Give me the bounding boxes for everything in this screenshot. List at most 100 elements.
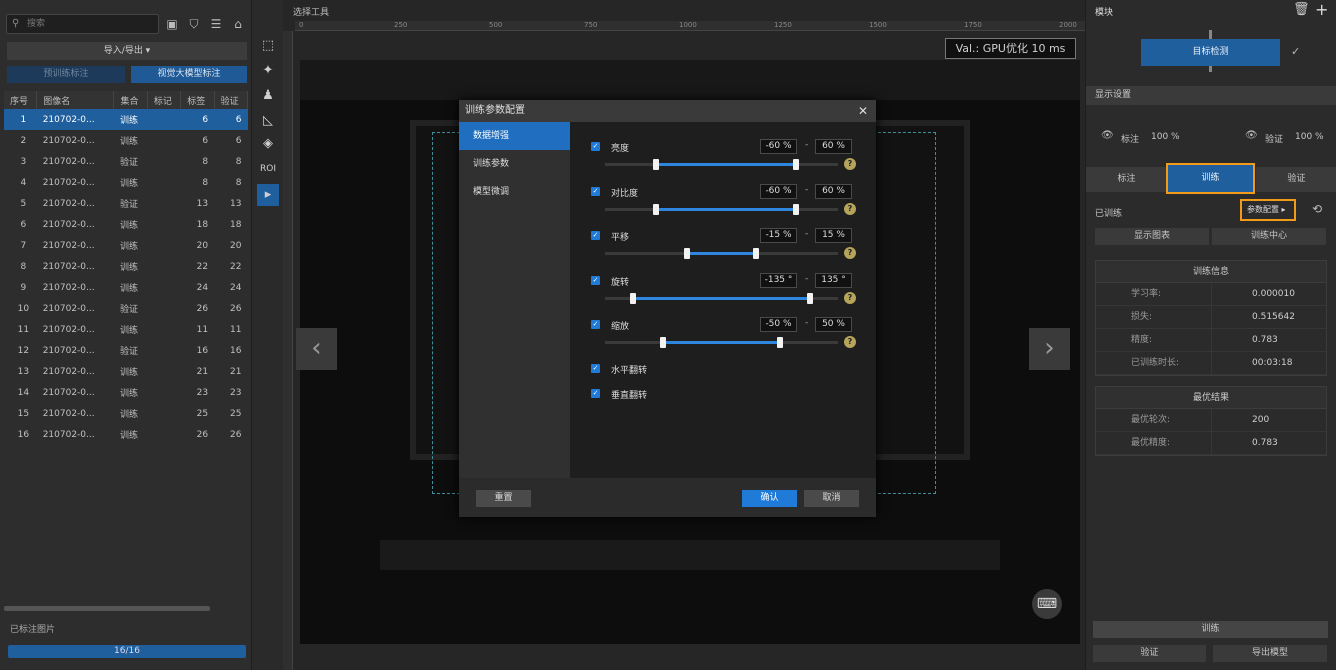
param-min-input[interactable]: -60 % [760, 183, 797, 199]
nav-model-finetune[interactable]: 模型微调 [459, 178, 570, 206]
horizontal-scrollbar[interactable] [4, 606, 210, 611]
augment-checkbox[interactable]: ✓ [591, 142, 600, 151]
pretrain-annotate-button[interactable]: 预训练标注 [7, 66, 125, 83]
help-icon[interactable]: ? [844, 336, 856, 348]
reset-button[interactable]: 重置 [476, 490, 531, 507]
table-row[interactable]: 6 210702-0... 训练 18 18 [4, 214, 248, 235]
param-config-button[interactable]: 参数配置 ▸ [1240, 199, 1296, 221]
slider-min-handle[interactable] [660, 337, 667, 348]
col-mark[interactable]: 标记 [147, 91, 182, 109]
slider-min-handle[interactable] [653, 203, 660, 215]
row-image-name: 210702-0... [42, 156, 95, 167]
delete-icon[interactable]: 🗑 [1293, 2, 1310, 17]
table-row[interactable]: 7 210702-0... 训练 20 20 [4, 235, 248, 256]
stamp-tool-icon[interactable]: ♟ [257, 85, 279, 107]
param-max-input[interactable]: 60 % [815, 139, 852, 154]
param-min-input[interactable]: -50 % [760, 317, 797, 332]
col-image-name[interactable]: 图像名 [36, 91, 115, 109]
verify-button[interactable]: 验证 [1093, 645, 1206, 662]
table-row[interactable]: 4 210702-0... 训练 8 8 [4, 172, 248, 193]
augment-checkbox[interactable]: ✓ [591, 275, 600, 285]
table-row[interactable]: 13 210702-0... 训练 21 21 [4, 361, 248, 382]
flip-checkbox[interactable]: ✓ [591, 389, 600, 398]
augment-checkbox[interactable]: ✓ [591, 231, 600, 240]
keyboard-icon[interactable]: ⌨ [1032, 589, 1062, 619]
table-row[interactable]: 11 210702-0... 训练 11 11 [4, 319, 248, 340]
eye-icon[interactable]: 👁 [1245, 130, 1258, 141]
select-tool-icon[interactable]: ▸ [257, 184, 279, 206]
slider-max-handle[interactable] [753, 248, 760, 259]
train-center-button[interactable]: 训练中心 [1212, 228, 1326, 245]
slider-max-handle[interactable] [807, 292, 814, 304]
param-max-input[interactable]: 135 ° [815, 272, 852, 288]
history-icon[interactable]: ⟲ [1312, 202, 1322, 216]
roi-tool[interactable]: ROI [257, 158, 279, 180]
slider-max-handle[interactable] [793, 159, 800, 170]
param-max-input[interactable]: 50 % [815, 317, 852, 332]
param-max-input[interactable]: 60 % [815, 183, 852, 199]
slider-min-handle[interactable] [683, 248, 690, 259]
export-model-button[interactable]: 导出模型 [1213, 645, 1327, 662]
confirm-button[interactable]: 确认 [742, 490, 797, 507]
table-row[interactable]: 15 210702-0... 训练 25 25 [4, 403, 248, 424]
tab-train[interactable]: 训练 [1166, 163, 1255, 194]
table-row[interactable]: 10 210702-0... 验证 26 26 [4, 298, 248, 319]
tab-verify[interactable]: 验证 [1256, 167, 1336, 192]
help-icon[interactable]: ? [844, 158, 856, 170]
close-icon[interactable]: ✕ [858, 100, 868, 122]
table-row[interactable]: 3 210702-0... 验证 8 8 [4, 151, 248, 172]
table-row[interactable]: 16 210702-0... 训练 26 26 [4, 424, 248, 445]
augment-checkbox[interactable]: ✓ [591, 186, 600, 196]
import-export-button[interactable]: 导入/导出 ▾ [7, 42, 247, 60]
table-row[interactable]: 5 210702-0... 验证 13 13 [4, 193, 248, 214]
range-separator: - [805, 273, 809, 284]
search-input[interactable]: 搜索 [6, 14, 159, 34]
param-min-input[interactable]: -15 % [760, 228, 797, 243]
next-image-button[interactable]: › [1029, 328, 1070, 370]
eraser-icon[interactable]: ◈ [257, 133, 279, 155]
cancel-button[interactable]: 取消 [804, 490, 859, 507]
eye-icon[interactable]: 👁 [1101, 130, 1114, 141]
nav-data-augmentation[interactable]: 数据增强 [459, 122, 570, 150]
help-icon[interactable]: ? [844, 247, 856, 259]
object-detection-module[interactable]: 目标检测 [1141, 39, 1280, 66]
add-icon[interactable]: + [1315, 0, 1328, 19]
show-chart-button[interactable]: 显示图表 [1095, 228, 1209, 245]
table-row[interactable]: 2 210702-0... 训练 6 6 [4, 130, 248, 151]
param-min-input[interactable]: -135 ° [760, 272, 797, 288]
image-filter-icon[interactable]: ▣ [164, 16, 180, 32]
row-image-name: 210702-0... [36, 109, 114, 130]
help-icon[interactable]: ? [844, 291, 856, 304]
slider-max-handle[interactable] [793, 203, 800, 215]
param-label: 旋转 [611, 277, 630, 288]
table-row[interactable]: 14 210702-0... 训练 23 23 [4, 382, 248, 403]
table-row[interactable]: 9 210702-0... 训练 24 24 [4, 277, 248, 298]
info-row: 学习率: 0.000010 [1096, 283, 1326, 306]
slider-min-handle[interactable] [629, 292, 636, 304]
table-row[interactable]: 1 210702-0... 训练 6 6 [4, 109, 248, 130]
slider-max-handle[interactable] [776, 337, 783, 348]
tab-annotate[interactable]: 标注 [1086, 167, 1167, 192]
col-labels[interactable]: 标签 [180, 91, 215, 109]
select-region-icon[interactable]: ◺ [257, 110, 279, 132]
table-row[interactable]: 8 210702-0... 训练 22 22 [4, 256, 248, 277]
vision-model-annotate-button[interactable]: 视觉大模型标注 [131, 66, 247, 83]
train-button[interactable]: 训练 [1093, 621, 1328, 638]
col-set[interactable]: 集合 [113, 91, 148, 109]
param-min-input[interactable]: -60 % [760, 139, 797, 154]
slider-min-handle[interactable] [653, 159, 660, 170]
augment-checkbox[interactable]: ✓ [591, 320, 600, 329]
col-index[interactable]: 序号 [4, 91, 38, 109]
flip-checkbox[interactable]: ✓ [591, 364, 600, 373]
param-max-input[interactable]: 15 % [815, 228, 852, 243]
nav-training-params[interactable]: 训练参数 [459, 150, 570, 178]
polygon-tool-icon[interactable]: ⬚ [257, 35, 279, 57]
table-row[interactable]: 12 210702-0... 验证 16 16 [4, 340, 248, 361]
prev-image-button[interactable]: ‹ [296, 328, 337, 370]
col-verify[interactable]: 验证 [214, 91, 249, 109]
help-icon[interactable]: ? [844, 202, 856, 215]
list-settings-icon[interactable]: ☰ [208, 16, 224, 32]
magic-wand-icon[interactable]: ✦ [257, 60, 279, 82]
filter-icon[interactable]: ⛉ [186, 16, 202, 32]
export-icon[interactable]: ⌂ [230, 16, 246, 32]
